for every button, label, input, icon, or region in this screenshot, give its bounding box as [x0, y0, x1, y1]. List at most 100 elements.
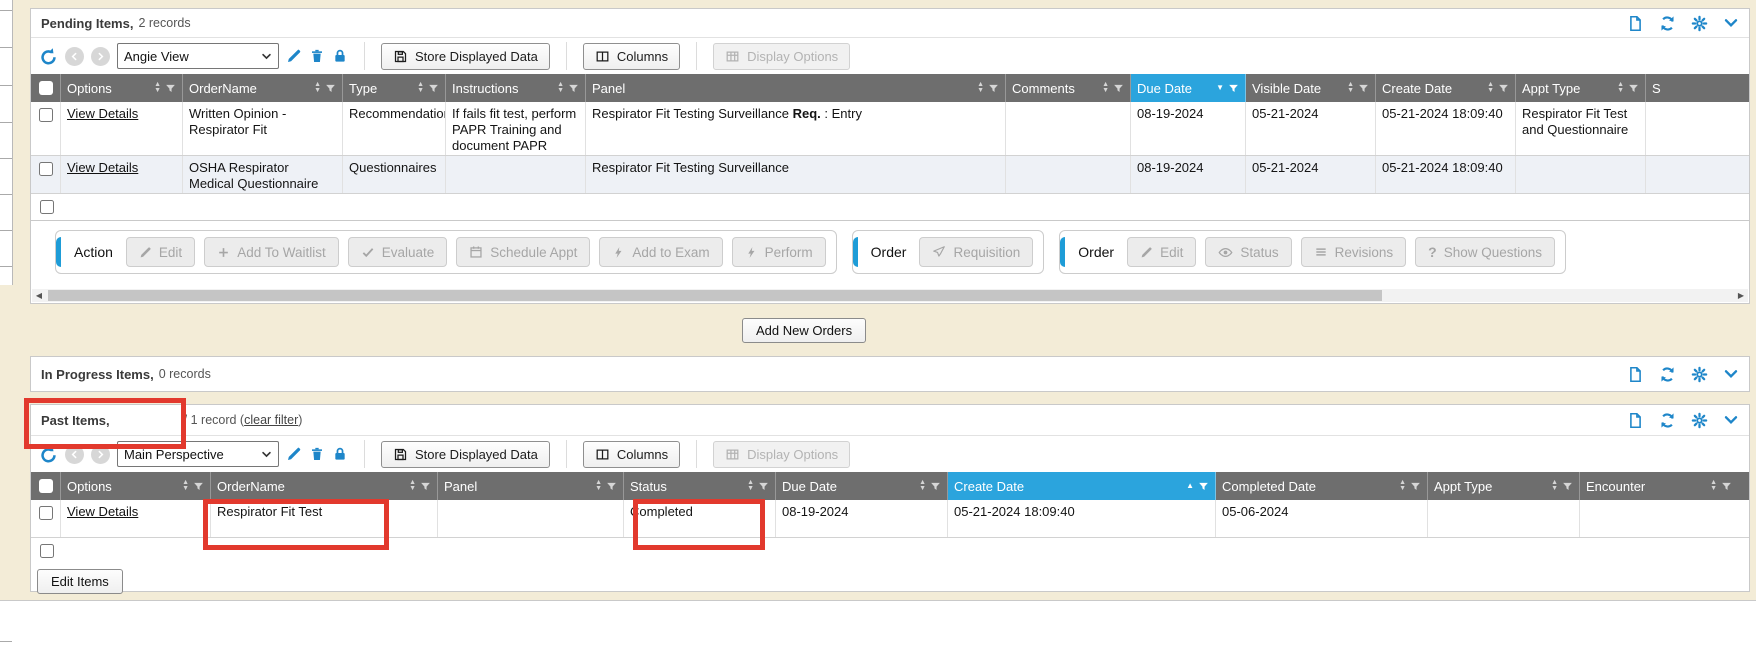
filter-funnel-icon[interactable] [1198, 481, 1209, 492]
display-options-button[interactable]: Display Options [713, 441, 850, 468]
sort-icon[interactable] [557, 82, 564, 94]
view-details-link[interactable]: View Details [67, 106, 138, 121]
view-details-link[interactable]: View Details [67, 504, 138, 519]
scrollbar-thumb[interactable] [48, 290, 1382, 301]
column-header-clipped[interactable]: S [1646, 74, 1749, 102]
filter-funnel-icon[interactable] [1410, 481, 1421, 492]
column-header-options[interactable]: Options [61, 74, 183, 102]
undo-icon[interactable] [39, 47, 58, 66]
gear-icon[interactable] [1691, 15, 1708, 32]
collapse-chevron-icon[interactable] [1723, 15, 1739, 31]
view-select[interactable]: Angie View [117, 43, 279, 69]
column-header-status[interactable]: Status [624, 472, 776, 500]
filter-funnel-icon[interactable] [1358, 83, 1369, 94]
evaluate-button[interactable]: Evaluate [348, 237, 448, 267]
column-header-type[interactable]: Type [343, 74, 446, 102]
gear-icon[interactable] [1691, 412, 1708, 429]
sort-desc-icon[interactable] [1216, 84, 1224, 92]
revisions-button[interactable]: Revisions [1301, 237, 1407, 267]
filter-funnel-icon[interactable] [193, 481, 204, 492]
filter-funnel-icon[interactable] [568, 83, 579, 94]
edit-order-button[interactable]: Edit [1127, 237, 1196, 267]
add-to-waitlist-button[interactable]: Add To Waitlist [204, 237, 339, 267]
filter-funnel-icon[interactable] [606, 481, 617, 492]
column-header-create-date[interactable]: Create Date [1376, 74, 1516, 102]
sort-icon[interactable] [1710, 480, 1717, 492]
sort-icon[interactable] [1347, 82, 1354, 94]
store-displayed-data-button[interactable]: Store Displayed Data [381, 441, 550, 468]
display-options-button[interactable]: Display Options [713, 43, 850, 70]
collapse-chevron-icon[interactable] [1723, 366, 1739, 382]
sort-icon[interactable] [1487, 82, 1494, 94]
filter-funnel-icon[interactable] [930, 481, 941, 492]
column-header-comments[interactable]: Comments [1006, 74, 1131, 102]
filter-funnel-icon[interactable] [325, 83, 336, 94]
column-header-due-date[interactable]: Due Date [1131, 74, 1246, 102]
column-header-options[interactable]: Options [61, 472, 211, 500]
row-checkbox[interactable] [40, 544, 54, 558]
sort-icon[interactable] [919, 480, 926, 492]
select-all-checkbox[interactable] [31, 74, 61, 102]
sort-asc-icon[interactable] [1186, 482, 1194, 490]
column-header-panel[interactable]: Panel [438, 472, 624, 500]
row-checkbox[interactable] [39, 506, 53, 520]
edit-view-pencil-icon[interactable] [286, 446, 302, 462]
sort-icon[interactable] [154, 82, 161, 94]
new-document-icon[interactable] [1627, 15, 1644, 32]
sort-icon[interactable] [409, 480, 416, 492]
row-checkbox[interactable] [39, 162, 53, 176]
new-document-icon[interactable] [1627, 366, 1644, 383]
filter-funnel-icon[interactable] [420, 481, 431, 492]
columns-button[interactable]: Columns [583, 43, 680, 70]
sort-icon[interactable] [182, 480, 189, 492]
filter-funnel-icon[interactable] [428, 83, 439, 94]
column-header-completed-date[interactable]: Completed Date [1216, 472, 1428, 500]
filter-funnel-icon[interactable] [1628, 83, 1639, 94]
lock-view-icon[interactable] [332, 48, 348, 64]
lock-view-icon[interactable] [332, 446, 348, 462]
sort-icon[interactable] [977, 82, 984, 94]
filter-funnel-icon[interactable] [988, 83, 999, 94]
next-view-button[interactable] [91, 47, 110, 66]
column-header-appt-type[interactable]: Appt Type [1428, 472, 1580, 500]
horizontal-scrollbar[interactable] [32, 289, 1748, 302]
prev-view-button[interactable] [65, 47, 84, 66]
view-details-link[interactable]: View Details [67, 160, 138, 175]
add-new-orders-button[interactable]: Add New Orders [742, 318, 866, 343]
collapse-chevron-icon[interactable] [1723, 412, 1739, 428]
refresh-icon[interactable] [1659, 366, 1676, 383]
filter-funnel-icon[interactable] [1498, 83, 1509, 94]
view-select[interactable]: Main Perspective [117, 441, 279, 467]
sort-icon[interactable] [747, 480, 754, 492]
edit-view-pencil-icon[interactable] [286, 48, 302, 64]
row-checkbox[interactable] [39, 108, 53, 122]
show-questions-button[interactable]: Show Questions [1415, 237, 1555, 267]
scroll-left-arrow[interactable] [32, 289, 46, 302]
filter-funnel-icon[interactable] [1113, 83, 1124, 94]
column-header-encounter[interactable]: Encounter [1580, 472, 1738, 500]
columns-button[interactable]: Columns [583, 441, 680, 468]
row-checkbox[interactable] [40, 200, 54, 214]
schedule-appt-button[interactable]: Schedule Appt [456, 237, 590, 267]
sort-icon[interactable] [1617, 82, 1624, 94]
sort-icon[interactable] [314, 82, 321, 94]
status-button[interactable]: Status [1205, 237, 1291, 267]
delete-view-trash-icon[interactable] [309, 446, 325, 462]
filter-funnel-icon[interactable] [1562, 481, 1573, 492]
delete-view-trash-icon[interactable] [309, 48, 325, 64]
undo-icon[interactable] [39, 445, 58, 464]
column-header-visible-date[interactable]: Visible Date [1246, 74, 1376, 102]
column-header-instructions[interactable]: Instructions [446, 74, 586, 102]
scrollbar-track[interactable] [46, 289, 1734, 302]
refresh-icon[interactable] [1659, 15, 1676, 32]
select-all-checkbox[interactable] [31, 472, 61, 500]
new-document-icon[interactable] [1627, 412, 1644, 429]
add-to-exam-button[interactable]: Add to Exam [599, 237, 722, 267]
filter-funnel-icon[interactable] [1721, 481, 1732, 492]
prev-view-button[interactable] [65, 445, 84, 464]
requisition-button[interactable]: Requisition [919, 237, 1033, 267]
filter-funnel-icon[interactable] [758, 481, 769, 492]
column-header-create-date[interactable]: Create Date [948, 472, 1216, 500]
sort-icon[interactable] [595, 480, 602, 492]
sort-icon[interactable] [1102, 82, 1109, 94]
